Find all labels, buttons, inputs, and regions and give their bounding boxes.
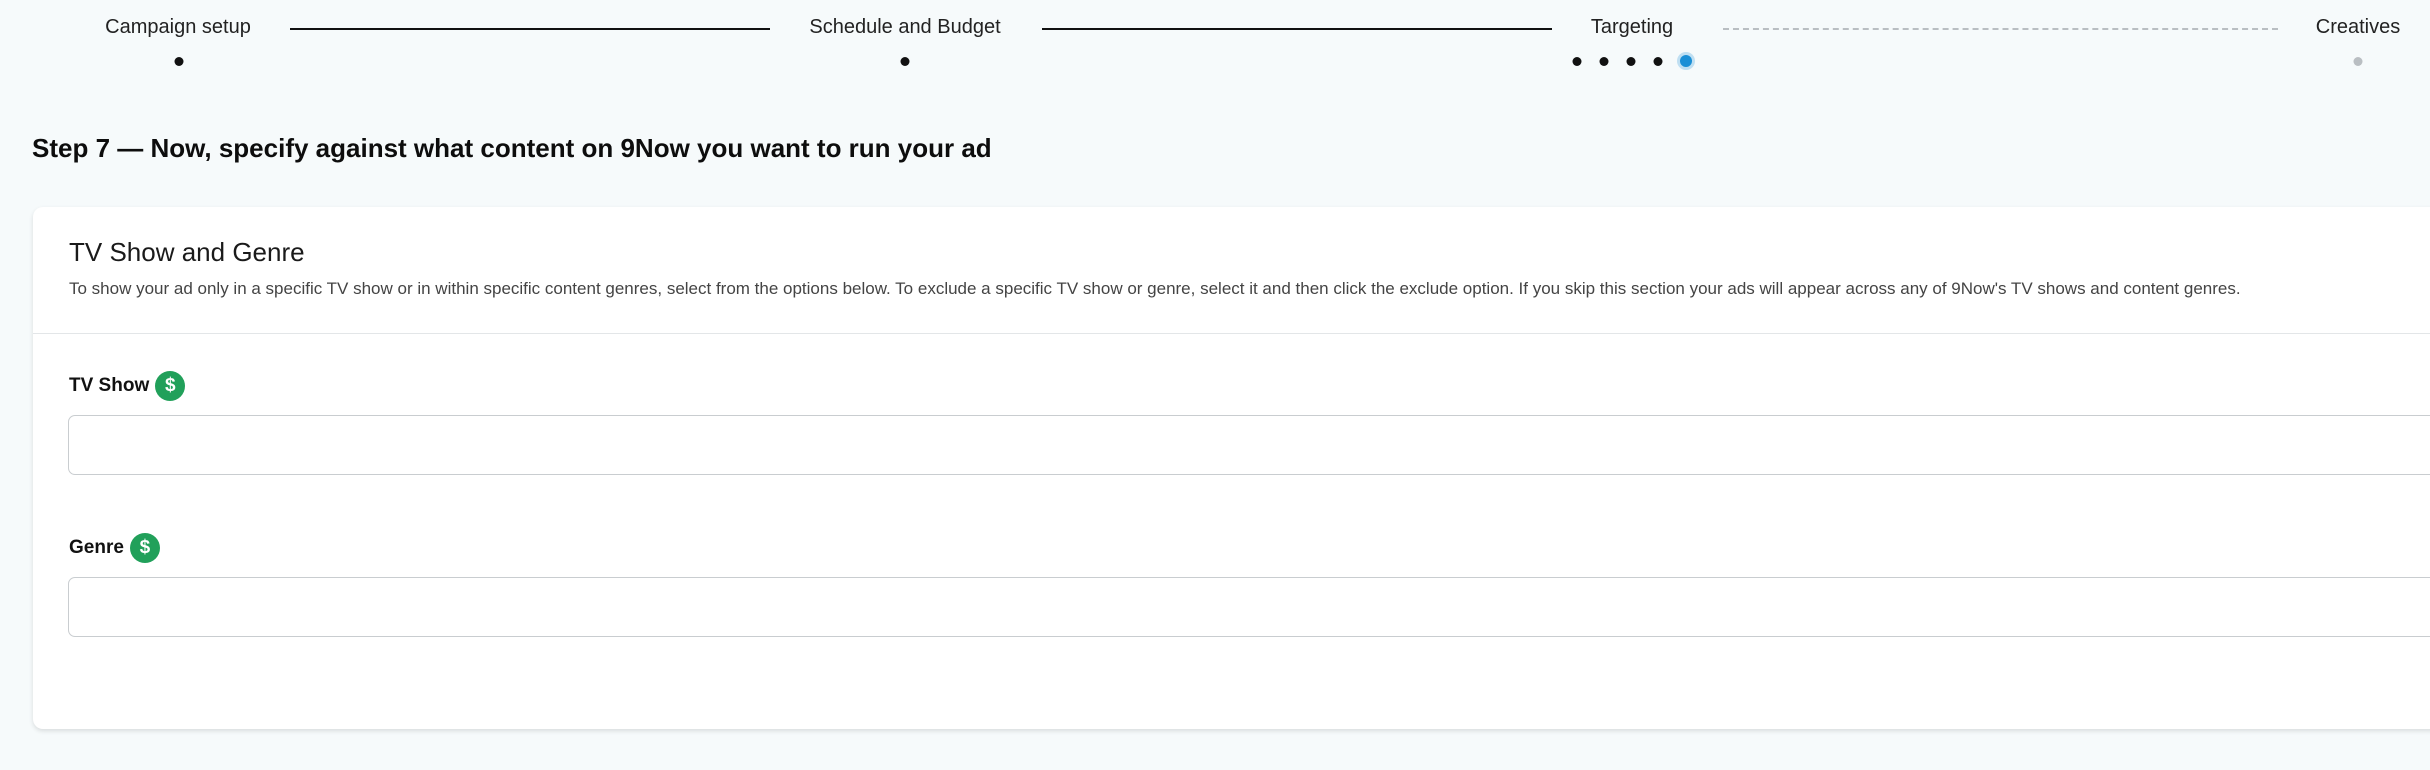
page-title: Step 7 — Now, specify against what conte… <box>32 133 992 163</box>
card-description: To show your ad only in a specific TV sh… <box>69 279 2241 298</box>
substep-dot-5-active[interactable] <box>1680 55 1692 67</box>
substep-dot-2[interactable] <box>1599 57 1609 66</box>
tv-show-input[interactable] <box>68 415 2430 475</box>
step-label-campaign-setup[interactable]: Campaign setup <box>105 16 251 39</box>
step-label-creatives[interactable]: Creatives <box>2316 16 2400 39</box>
tv-show-label: TV Show <box>69 375 150 396</box>
tv-show-label-row: TV Show $ <box>69 371 186 401</box>
card-header: TV Show and Genre To show your ad only i… <box>33 207 2430 334</box>
substep-dot-4[interactable] <box>1653 57 1663 66</box>
step-label-schedule-budget[interactable]: Schedule and Budget <box>809 16 1000 39</box>
dollar-icon: $ <box>129 533 160 563</box>
step-connector-3 <box>1723 28 2278 30</box>
genre-label-row: Genre $ <box>69 533 160 563</box>
step-connector-1 <box>290 28 770 30</box>
step-dot-schedule-budget[interactable] <box>900 57 910 66</box>
tv-show-genre-card: TV Show and Genre To show your ad only i… <box>33 207 2430 729</box>
step-connector-2 <box>1042 28 1552 30</box>
progress-stepper: Campaign setup Schedule and Budget Targe… <box>0 0 2430 80</box>
card-title: TV Show and Genre <box>69 237 305 267</box>
substep-dot-3[interactable] <box>1626 57 1636 66</box>
dollar-icon: $ <box>155 371 186 401</box>
step-dot-creatives[interactable] <box>2353 57 2363 66</box>
genre-label: Genre <box>69 537 124 558</box>
step-dot-campaign-setup[interactable] <box>174 57 184 66</box>
substep-dot-1[interactable] <box>1572 57 1582 66</box>
genre-input[interactable] <box>68 577 2430 637</box>
step-label-targeting[interactable]: Targeting <box>1591 16 1673 39</box>
